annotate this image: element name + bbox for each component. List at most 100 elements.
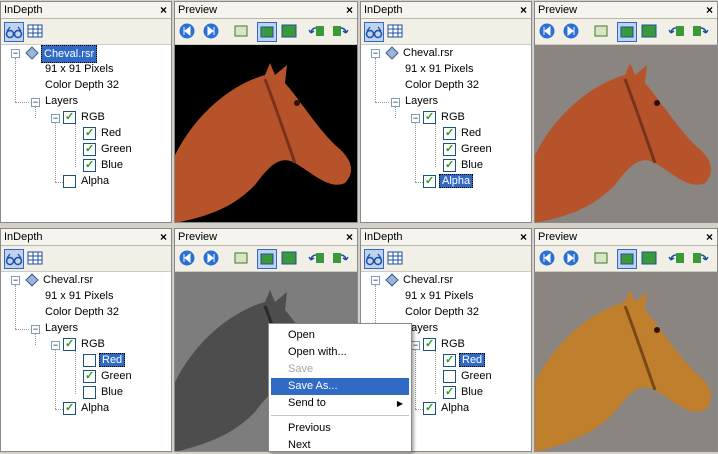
alpha-node[interactable]: Alpha [81, 173, 109, 189]
close-icon[interactable]: × [706, 2, 713, 18]
next-button[interactable] [202, 22, 222, 42]
glasses-view-button[interactable] [4, 249, 24, 269]
actual-size-button[interactable] [617, 22, 637, 42]
menu-save-as[interactable]: Save As... [271, 378, 409, 395]
zoom-button[interactable] [640, 249, 660, 269]
table-view-button[interactable] [26, 249, 46, 269]
layers-toggle[interactable]: − [31, 325, 40, 334]
layers-node[interactable]: Layers [45, 93, 78, 109]
previous-button[interactable] [178, 249, 198, 269]
green-node[interactable]: Green [101, 368, 132, 384]
menu-previous[interactable]: Previous [271, 420, 409, 437]
table-view-button[interactable] [386, 249, 406, 269]
rgb-node[interactable]: RGB [81, 109, 105, 125]
menu-open[interactable]: Open [271, 327, 409, 344]
close-icon[interactable]: × [346, 2, 353, 18]
rgb-toggle[interactable]: − [51, 114, 60, 123]
fit-button[interactable] [232, 249, 252, 269]
blue-node[interactable]: Blue [101, 157, 123, 173]
red-checkbox[interactable] [83, 354, 96, 367]
previous-button[interactable] [178, 22, 198, 42]
table-view-button[interactable] [386, 22, 406, 42]
rgb-toggle[interactable]: − [411, 341, 420, 350]
next-button[interactable] [562, 249, 582, 269]
close-icon[interactable]: × [706, 229, 713, 245]
rgb-checkbox[interactable] [63, 110, 76, 124]
actual-size-button[interactable] [617, 249, 637, 269]
alpha-node[interactable]: Alpha [439, 173, 474, 189]
glasses-view-button[interactable] [364, 22, 384, 42]
actual-size-button[interactable] [257, 249, 277, 269]
table-view-button[interactable] [26, 22, 46, 42]
layers-toggle[interactable]: − [391, 98, 400, 107]
green-node[interactable]: Green [461, 368, 492, 384]
zoom-button[interactable] [280, 249, 300, 269]
layers-node[interactable]: Layers [45, 320, 78, 336]
red-node[interactable]: Red [101, 125, 121, 141]
blue-checkbox[interactable] [83, 386, 96, 399]
green-checkbox[interactable] [83, 369, 96, 383]
blue-node[interactable]: Blue [101, 384, 123, 400]
alpha-checkbox[interactable] [423, 174, 436, 188]
rotate-left-button[interactable] [668, 249, 688, 269]
menu-next[interactable]: Next [271, 437, 409, 454]
rgb-checkbox[interactable] [423, 337, 436, 351]
rgb-node[interactable]: RGB [441, 109, 465, 125]
menu-send-to[interactable]: Send to ▶ [271, 395, 409, 412]
fit-button[interactable] [592, 249, 612, 269]
red-node[interactable]: Red [461, 125, 481, 141]
alpha-node[interactable]: Alpha [441, 400, 469, 416]
blue-node[interactable]: Blue [461, 157, 483, 173]
red-node[interactable]: Red [99, 352, 126, 368]
layers-node[interactable]: Layers [405, 93, 438, 109]
rgb-node[interactable]: RGB [81, 336, 105, 352]
red-node[interactable]: Red [459, 352, 486, 368]
fit-button[interactable] [592, 22, 612, 42]
alpha-node[interactable]: Alpha [81, 400, 109, 416]
blue-node[interactable]: Blue [461, 384, 483, 400]
green-checkbox[interactable] [443, 370, 456, 383]
collapse-toggle[interactable]: − [371, 276, 380, 285]
previous-button[interactable] [538, 22, 558, 42]
rgb-toggle[interactable]: − [411, 114, 420, 123]
green-checkbox[interactable] [443, 142, 456, 156]
blue-checkbox[interactable] [443, 385, 456, 399]
blue-checkbox[interactable] [443, 158, 456, 172]
close-icon[interactable]: × [520, 229, 527, 245]
close-icon[interactable]: × [160, 229, 167, 245]
rgb-checkbox[interactable] [63, 337, 76, 351]
rotate-left-button[interactable] [668, 22, 688, 42]
green-node[interactable]: Green [101, 141, 132, 157]
alpha-checkbox[interactable] [423, 401, 436, 415]
collapse-toggle[interactable]: − [11, 49, 20, 58]
alpha-checkbox[interactable] [63, 401, 76, 415]
rotate-left-button[interactable] [308, 249, 328, 269]
red-checkbox[interactable] [83, 126, 96, 140]
menu-open-with[interactable]: Open with... [271, 344, 409, 361]
rotate-right-button[interactable] [331, 249, 351, 269]
rotate-left-button[interactable] [308, 22, 328, 42]
previous-button[interactable] [538, 249, 558, 269]
actual-size-button[interactable] [257, 22, 277, 42]
close-icon[interactable]: × [346, 229, 353, 245]
rotate-right-button[interactable] [691, 249, 711, 269]
collapse-toggle[interactable]: − [11, 276, 20, 285]
alpha-checkbox[interactable] [63, 175, 76, 188]
rotate-right-button[interactable] [331, 22, 351, 42]
close-icon[interactable]: × [520, 2, 527, 18]
blue-checkbox[interactable] [83, 158, 96, 172]
rgb-node[interactable]: RGB [441, 336, 465, 352]
glasses-view-button[interactable] [4, 22, 24, 42]
zoom-button[interactable] [280, 22, 300, 42]
zoom-button[interactable] [640, 22, 660, 42]
green-checkbox[interactable] [83, 142, 96, 156]
next-button[interactable] [562, 22, 582, 42]
next-button[interactable] [202, 249, 222, 269]
rotate-right-button[interactable] [691, 22, 711, 42]
green-node[interactable]: Green [461, 141, 492, 157]
rgb-checkbox[interactable] [423, 110, 436, 124]
layers-toggle[interactable]: − [31, 98, 40, 107]
rgb-toggle[interactable]: − [51, 341, 60, 350]
red-checkbox[interactable] [443, 126, 456, 140]
fit-button[interactable] [232, 22, 252, 42]
